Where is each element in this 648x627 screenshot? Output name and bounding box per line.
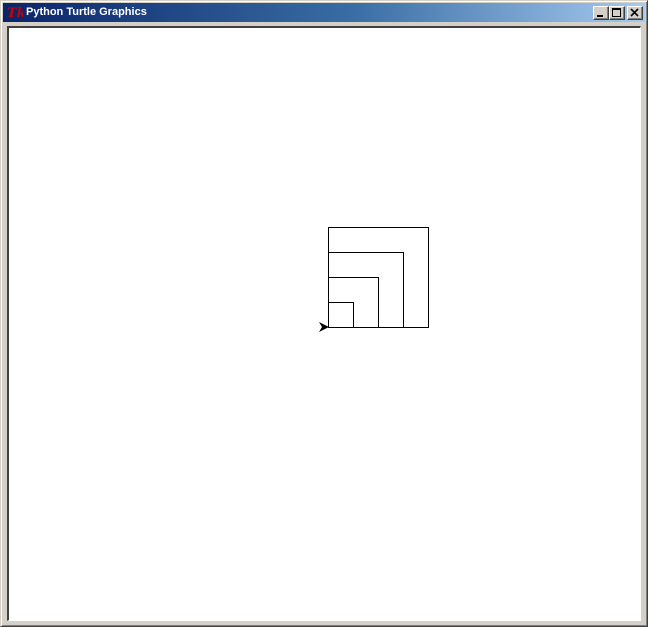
- close-icon: [630, 8, 639, 17]
- turtle-canvas-frame: [7, 26, 641, 621]
- close-button[interactable]: [627, 6, 643, 20]
- title-bar[interactable]: Tk Python Turtle Graphics: [3, 3, 645, 22]
- window-title: Python Turtle Graphics: [26, 6, 147, 18]
- minimize-button[interactable]: [593, 6, 609, 20]
- square-3: [328, 252, 404, 328]
- svg-text:Tk: Tk: [7, 6, 23, 20]
- maximize-button[interactable]: [609, 6, 625, 20]
- turtle-window: Tk Python Turtle Graphics: [0, 0, 648, 627]
- turtle-canvas[interactable]: [9, 28, 640, 620]
- minimize-icon: [597, 15, 603, 17]
- maximize-icon: [612, 8, 621, 17]
- square-1: [328, 302, 354, 328]
- tk-icon: Tk: [7, 6, 23, 20]
- turtle-drawing: [319, 227, 429, 332]
- arrow-cursor-icon: [319, 322, 329, 332]
